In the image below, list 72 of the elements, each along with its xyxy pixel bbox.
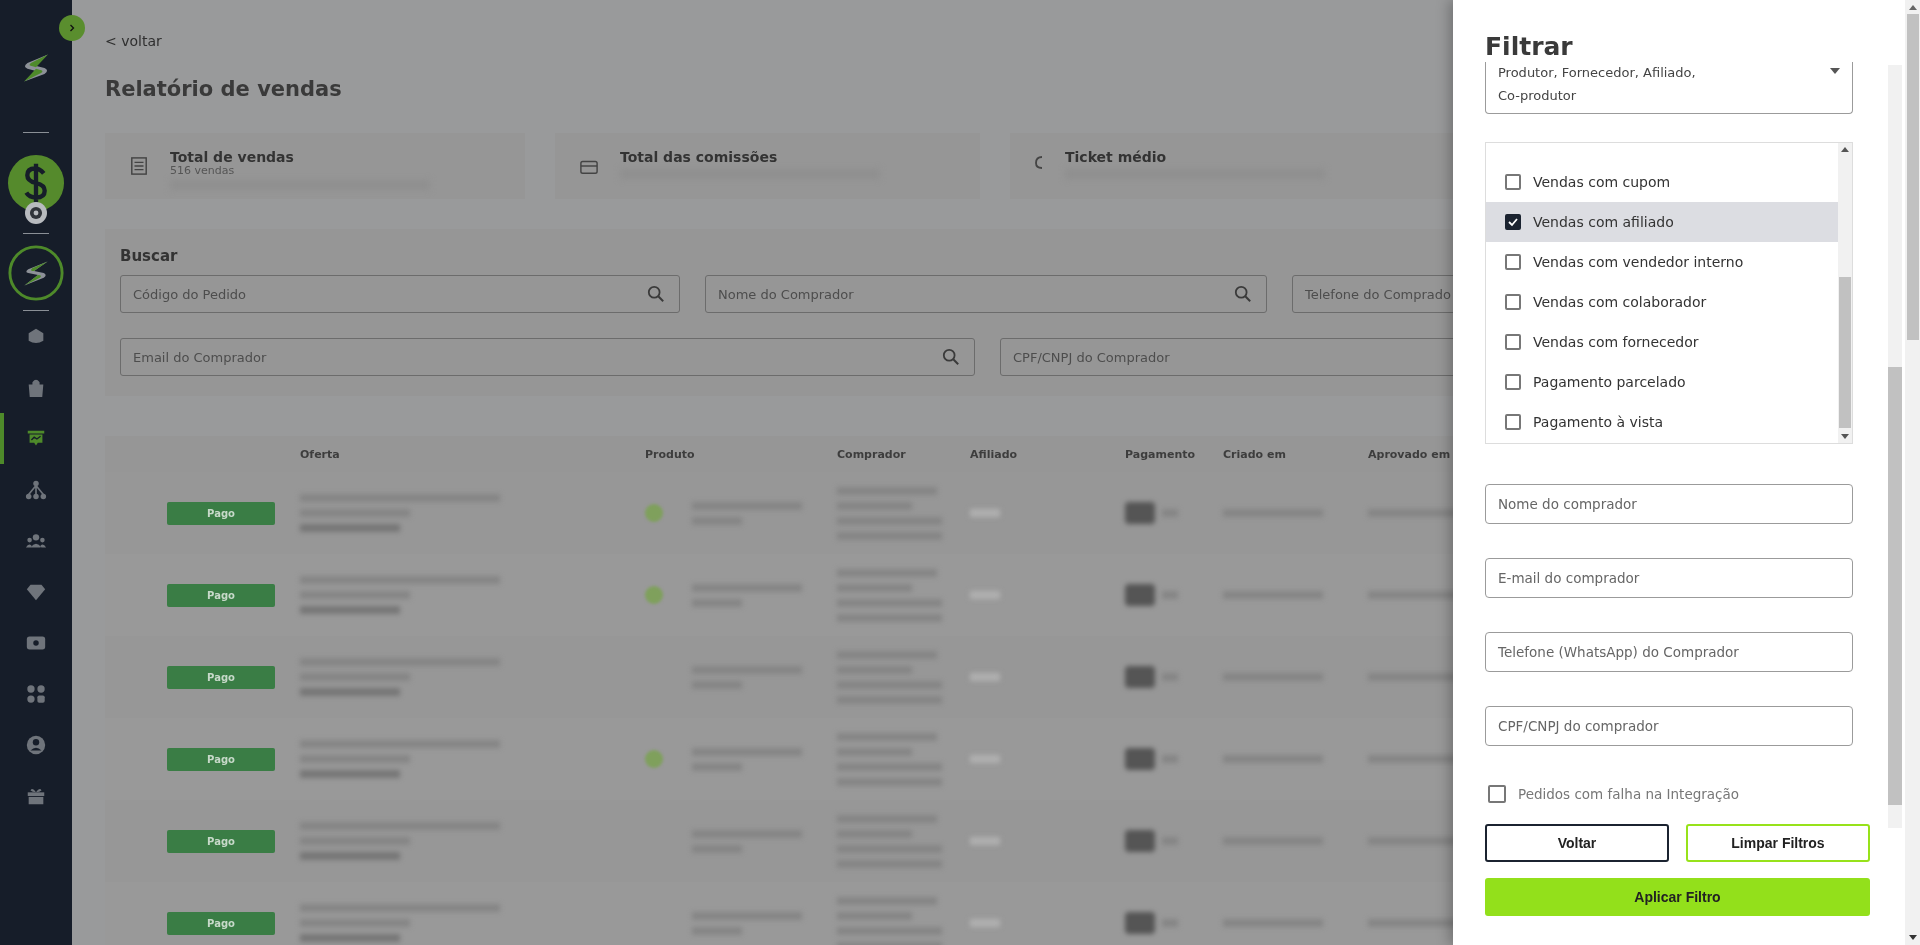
search-icon [942,348,960,366]
caret-icon [1830,68,1840,74]
text-field[interactable]: E-mail do comprador [1485,558,1853,598]
checkbox[interactable] [1488,785,1506,803]
status-badge: Pago [167,911,275,935]
status-badge: Pago [167,829,275,853]
status-badge: Pago [167,583,275,607]
column-header: Produto [645,447,695,461]
arrow-down-icon[interactable] [1841,434,1849,439]
dollar-icon[interactable] [7,154,65,212]
column-header: Comprador [837,447,906,461]
role-select[interactable]: Produtor, Fornecedor, Afiliado, Co-produtor [1485,62,1853,114]
network-icon [25,478,47,501]
column-header: Pagamento [1125,447,1196,461]
status-badge: Pago [167,501,275,525]
column-header: Criado em [1223,447,1286,461]
option-item[interactable]: Vendas com cupom [1486,162,1838,202]
expand-button[interactable] [59,15,85,41]
arrow-up-icon[interactable] [1841,147,1849,152]
option-item[interactable]: Vendas com afiliado [1486,202,1838,242]
checkbox[interactable] [1505,214,1521,230]
search-icon [1234,285,1252,303]
option-label: Vendas com cupom [1533,174,1671,190]
column-header: Afiliado [970,447,1018,461]
gear-icon[interactable] [25,202,47,224]
status-badge: Pago [167,665,275,689]
column-header: Oferta [300,447,340,461]
checkbox[interactable] [1505,294,1521,310]
page-title: Relatório de vendas [105,77,342,101]
select-value: Produtor, Fornecedor, Afiliado, [1498,66,1696,79]
checkbox-label: Pedidos com falha na Integração [1518,786,1740,802]
drawer-title: Filtrar [1485,32,1574,62]
checkbox[interactable] [1505,414,1521,430]
column-header: Aprovado em [1368,447,1451,461]
card-subtitle: 516 vendas [170,165,236,176]
checkbox[interactable] [1505,254,1521,270]
coin-icon [1035,156,1043,169]
option-label: Pagamento à vista [1533,414,1664,430]
action-button[interactable]: Voltar [1485,824,1669,862]
back-link[interactable]: < voltar [105,33,162,49]
select-value: Co-produtor [1498,89,1578,102]
scrollbar[interactable] [1905,0,1920,945]
text-field[interactable]: CPF/CNPJ do comprador [1485,706,1853,746]
user-circle-icon [25,733,47,756]
option-item[interactable]: Vendas com vendedor interno [1486,242,1838,282]
option-item[interactable]: Pagamento à vista [1486,402,1838,442]
text-field[interactable]: Nome do comprador [1485,484,1853,524]
option-label: Pagamento parcelado [1533,374,1686,390]
search-title: Buscar [120,247,178,265]
card-title: Ticket médio [1065,149,1168,165]
status-badge: Pago [167,747,275,771]
checkbox[interactable] [1505,334,1521,350]
arrow-down-icon[interactable] [1908,935,1917,940]
option-label: Vendas com vendedor interno [1533,254,1744,270]
logo-ring-icon[interactable] [7,244,65,302]
option-label: Vendas com afiliado [1533,214,1674,230]
chevron-right-icon [67,23,77,33]
text-field[interactable]: Telefone (WhatsApp) do Comprador [1485,632,1853,672]
checkbox[interactable] [1505,374,1521,390]
card-title: Total das comissões [620,149,779,165]
arrow-up-icon[interactable] [1908,5,1917,10]
action-button[interactable]: Limpar Filtros [1686,824,1870,862]
option-label: Vendas com colaborador [1533,294,1707,310]
action-button[interactable]: Aplicar Filtro [1485,878,1870,916]
list-icon [130,156,148,176]
search-icon [647,285,665,303]
checkbox[interactable] [1505,174,1521,190]
scrollbar[interactable] [1888,65,1902,828]
card-title: Total de vendas [170,149,295,165]
option-item[interactable]: Vendas com colaborador [1486,282,1838,322]
apps-icon [25,682,47,705]
scrollbar[interactable] [1838,143,1852,443]
